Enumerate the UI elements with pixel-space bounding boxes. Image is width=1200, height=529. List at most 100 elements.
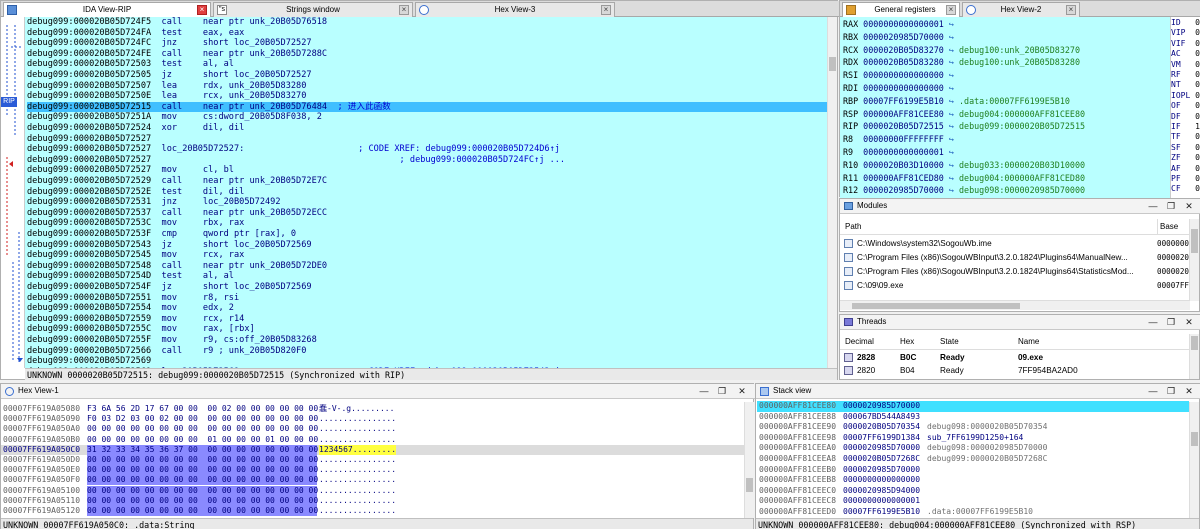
close-icon[interactable]: ×	[946, 5, 956, 15]
hex-row[interactable]: 00007FF619A050E0 00 00 00 00 00 00 00 00 …	[1, 465, 744, 476]
disassembly-listing[interactable]: debug099:000020B05D724F5 call near ptr u…	[25, 17, 827, 368]
jump-arrow-icon[interactable]: ↪	[949, 32, 954, 42]
register-row[interactable]: RDX 0000020B05D83280 ↪ debug100:unk_20B0…	[843, 56, 1200, 69]
stack-row[interactable]: 000000AFF81CEEB8 0000000000000000	[757, 475, 1189, 486]
hex-row[interactable]: 00007FF619A05100 00 00 00 00 00 00 00 00 …	[1, 485, 744, 496]
register-row[interactable]: RIP 0000020B05D72515 ↪ debug099:0000020B…	[843, 120, 1200, 133]
code-line[interactable]: debug099:000020B05D72531 jnz loc_20B05D7…	[27, 197, 827, 208]
scrollbar-thumb[interactable]	[746, 478, 753, 492]
module-row[interactable]: C:\Windows\system32\SogouWb.ime 0000000	[840, 237, 1189, 250]
jump-arrow-icon[interactable]: ↪	[949, 121, 954, 131]
jump-arrow-icon[interactable]: ↪	[949, 70, 954, 80]
module-row[interactable]: C:\Program Files (x86)\SogouWBInput\3.2.…	[840, 265, 1189, 278]
flag-row[interactable]: AC 0	[1171, 49, 1200, 60]
modules-col-path[interactable]: Path	[845, 219, 861, 235]
jump-arrow-icon[interactable]: ↪	[949, 173, 954, 183]
flag-row[interactable]: RF 0	[1171, 70, 1200, 81]
thread-row[interactable]: 2828 B0C Ready 09.exe	[840, 351, 1189, 364]
restore-button[interactable]: ❐	[1164, 315, 1178, 329]
code-line[interactable]: debug099:000020B05D72551 mov r8, rsi	[27, 293, 827, 304]
tab-hex-view-3[interactable]: Hex View-3 ×	[415, 2, 615, 17]
stack-vertical-scrollbar[interactable]	[1189, 402, 1199, 518]
code-line[interactable]: debug099:000020B05D72515 call near ptr u…	[27, 101, 827, 113]
hex-vertical-scrollbar[interactable]	[744, 402, 754, 518]
scrollbar-thumb[interactable]	[829, 57, 836, 71]
stack-row[interactable]: 000000AFF81CEED0 00007FF6199E5B10 .data:00…	[757, 507, 1189, 518]
code-line[interactable]: debug099:000020B05D72537 call near ptr u…	[27, 208, 827, 219]
flag-row[interactable]: VM 0	[1171, 59, 1200, 70]
jump-arrow-icon[interactable]: ↪	[949, 109, 954, 119]
flag-row[interactable]: NT 0	[1171, 80, 1200, 91]
stack-row[interactable]: 000000AFF81CEEA8 0000020B05D7268C debug099…	[757, 454, 1189, 465]
hex-row[interactable]: 00007FF619A05080 F3 6A 56 2D 17 67 00 00 …	[1, 404, 744, 414]
scrollbar-thumb[interactable]	[1191, 229, 1198, 253]
code-line[interactable]: debug099:000020B05D724FE call near ptr u…	[27, 49, 827, 60]
close-icon[interactable]: ×	[1066, 5, 1076, 15]
register-row[interactable]: RSP 000000AFF81CEE80 ↪ debug004:000000AF…	[843, 108, 1200, 121]
code-line[interactable]: debug099:000020B05D72566 call r9 ; unk_2…	[27, 346, 827, 357]
flag-row[interactable]: IF 1	[1171, 122, 1200, 133]
code-line[interactable]: debug099:000020B05D72543 jz short loc_20…	[27, 240, 827, 251]
flag-row[interactable]: CF 0	[1171, 184, 1200, 195]
code-line[interactable]: debug099:000020B05D7252E test dil, dil	[27, 187, 827, 198]
jump-arrow-icon[interactable]: ↪	[949, 185, 954, 195]
code-line[interactable]: debug099:000020B05D72527 mov cl, bl	[27, 165, 827, 176]
hex-row[interactable]: 00007FF619A05090 F0 03 D2 03 00 02 00 00 …	[1, 414, 744, 424]
jump-arrow-icon[interactable]: ↪	[949, 83, 954, 93]
restore-button[interactable]: ❐	[715, 384, 729, 398]
code-line[interactable]: debug099:000020B05D72505 jz short loc_20…	[27, 70, 827, 81]
code-line[interactable]: debug099:000020B05D7250E lea rcx, unk_20…	[27, 91, 827, 102]
code-line[interactable]: debug099:000020B05D72548 call near ptr u…	[27, 261, 827, 272]
hex-row[interactable]: 00007FF619A05110 00 00 00 00 00 00 00 00 …	[1, 495, 744, 506]
jump-arrow-icon[interactable]: ↪	[949, 147, 954, 157]
code-line[interactable]: debug099:000020B05D724FA test eax, eax	[27, 28, 827, 39]
stack-row[interactable]: 000000AFF81CEE88 000067BD544A8493	[757, 412, 1189, 423]
close-button[interactable]: ✕	[1182, 384, 1196, 398]
register-row[interactable]: RBX 0000020985D70000 ↪	[843, 31, 1200, 44]
close-icon[interactable]: ×	[601, 5, 611, 15]
tab-hex-view-2[interactable]: Hex View-2 ×	[962, 2, 1080, 17]
flag-row[interactable]: VIF 0	[1171, 38, 1200, 50]
register-row[interactable]: RBP 00007FF6199E5B10 ↪ .data:00007FF6199…	[843, 95, 1200, 108]
code-line[interactable]: debug099:000020B05D7254D test al, al	[27, 271, 827, 282]
code-line[interactable]: debug099:000020B05D7253C mov rbx, rax	[27, 218, 827, 229]
scrollbar-thumb[interactable]	[852, 303, 1020, 309]
code-line[interactable]: debug099:000020B05D72559 mov rcx, r14	[27, 314, 827, 325]
code-line[interactable]: debug099:000020B05D72554 mov edx, 2	[27, 303, 827, 314]
hex-row[interactable]: 00007FF619A050D0 00 00 00 00 00 00 00 00 …	[1, 455, 744, 465]
code-line[interactable]: debug099:000020B05D72524 xor dil, dil	[27, 123, 827, 134]
restore-button[interactable]: ❐	[1164, 384, 1178, 398]
stack-row[interactable]: 000000AFF81CEEB0 0000020985D70000	[757, 465, 1189, 476]
threads-col-state[interactable]: State	[940, 334, 959, 350]
code-line[interactable]: debug099:000020B05D7254F jz short loc_20…	[27, 282, 827, 293]
code-line[interactable]: debug099:000020B05D72529 call near ptr u…	[27, 176, 827, 187]
tab-ida-view-rip[interactable]: IDA View-RIP ×	[3, 2, 211, 17]
code-line[interactable]: debug099:000020B05D72507 lea rdx, unk_20…	[27, 81, 827, 92]
stack-row[interactable]: 000000AFF81CEEA0 0000020985D70000 debug098…	[757, 443, 1189, 454]
flag-row[interactable]: PF 0	[1171, 174, 1200, 185]
register-row[interactable]: R10 0000020B03D10000 ↪ debug033:0000020B…	[843, 159, 1200, 172]
minimize-button[interactable]: —	[1146, 384, 1160, 398]
scrollbar-thumb[interactable]	[1191, 336, 1198, 350]
stack-row[interactable]: 000000AFF81CEE80 0000020985D70000	[757, 401, 1189, 412]
code-line[interactable]: debug099:000020B05D72527	[27, 134, 827, 145]
flag-row[interactable]: AF 0	[1171, 163, 1200, 174]
close-button[interactable]: ✕	[1182, 315, 1196, 329]
flag-row[interactable]: TF 0	[1171, 132, 1200, 143]
flag-row[interactable]: OF 0	[1171, 101, 1200, 112]
hex-row[interactable]: 00007FF619A050C0 31 32 33 34 35 36 37 00 …	[1, 444, 744, 455]
register-row[interactable]: R11 000000AFF81CED80 ↪ debug004:000000AF…	[843, 172, 1200, 185]
restore-button[interactable]: ❐	[1164, 199, 1178, 213]
minimize-button[interactable]: —	[697, 384, 711, 398]
close-button[interactable]: ✕	[1182, 199, 1196, 213]
threads-col-hex[interactable]: Hex	[900, 334, 914, 350]
register-row[interactable]: R12 0000020985D70000 ↪ debug098:00000209…	[843, 184, 1200, 197]
flag-row[interactable]: ZF 0	[1171, 153, 1200, 164]
close-button[interactable]: ✕	[735, 384, 749, 398]
tab-general-registers[interactable]: General registers ×	[842, 2, 960, 17]
code-line[interactable]: debug099:000020B05D72545 mov rcx, rax	[27, 250, 827, 261]
register-row[interactable]: RCX 0000020B05D83270 ↪ debug100:unk_20B0…	[843, 44, 1200, 57]
module-row[interactable]: C:\Program Files (x86)\SogouWBInput\3.2.…	[840, 251, 1189, 264]
minimize-button[interactable]: —	[1146, 315, 1160, 329]
code-line[interactable]: debug099:000020B05D7251A mov cs:dword_20…	[27, 112, 827, 123]
